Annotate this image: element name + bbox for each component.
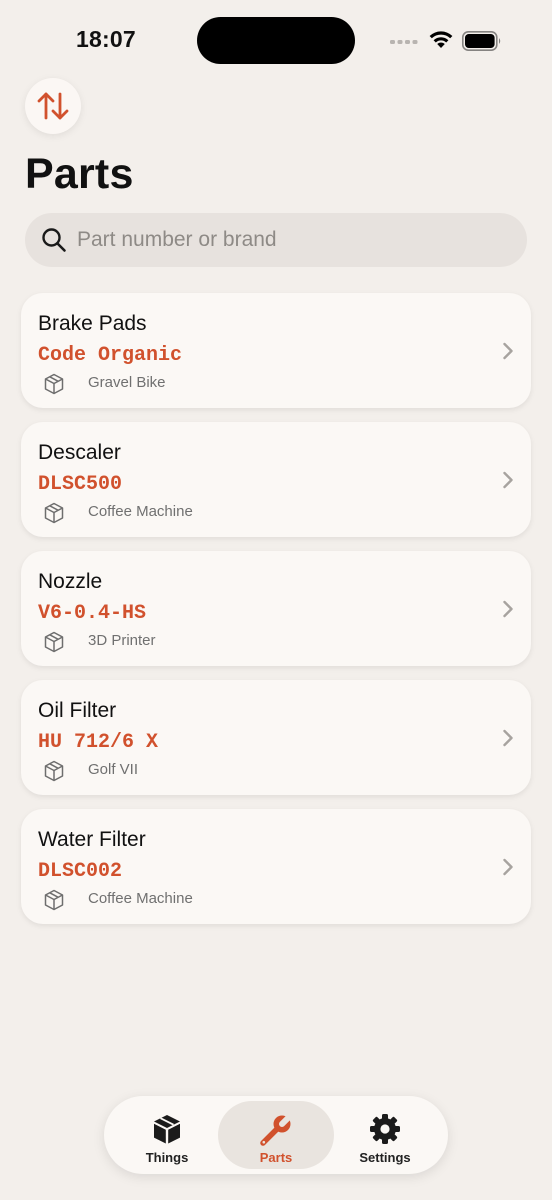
search-bar[interactable] — [25, 213, 527, 267]
thing-name: Gravel Bike — [88, 374, 166, 391]
box-icon — [44, 373, 64, 395]
part-card[interactable]: Descaler DLSC500 Coffee Machine — [21, 422, 531, 537]
box-icon — [154, 1115, 180, 1144]
part-name: Oil Filter — [38, 699, 117, 722]
part-card[interactable]: Water Filter DLSC002 Coffee Machine — [21, 809, 531, 924]
battery-icon — [462, 31, 501, 51]
part-number: DLSC500 — [38, 473, 123, 496]
status-bar: 18:07 — [0, 0, 552, 80]
part-card[interactable]: Oil Filter HU 712/6 X Golf VII — [21, 680, 531, 795]
tab-label: Settings — [359, 1150, 411, 1165]
cellular-signal-icon — [390, 40, 418, 44]
page-title: Parts — [25, 150, 134, 198]
part-name: Water Filter — [38, 828, 146, 851]
tab-label: Things — [145, 1150, 189, 1165]
chevron-right-icon — [503, 600, 513, 618]
sort-button[interactable] — [25, 78, 81, 134]
box-icon — [44, 631, 64, 653]
thing-name: Golf VII — [88, 761, 139, 778]
part-name: Brake Pads — [38, 312, 147, 335]
search-input[interactable] — [77, 228, 477, 252]
tab-settings[interactable]: Settings — [327, 1101, 443, 1169]
part-number: Code Organic — [38, 344, 183, 367]
status-time: 18:07 — [76, 26, 136, 52]
thing-name: Coffee Machine — [88, 890, 193, 907]
arrow-up-down-icon — [37, 92, 69, 120]
box-icon — [44, 502, 64, 524]
wifi-icon — [429, 31, 453, 48]
parts-list: Brake Pads Code Organic Gravel Bike Desc… — [21, 293, 531, 938]
part-number: HU 712/6 X — [38, 731, 159, 754]
thing-name: 3D Printer — [88, 632, 156, 649]
part-card[interactable]: Brake Pads Code Organic Gravel Bike — [21, 293, 531, 408]
part-name: Nozzle — [38, 570, 103, 593]
search-icon — [42, 228, 66, 252]
wrench-icon — [260, 1113, 293, 1146]
chevron-right-icon — [503, 342, 513, 360]
part-name: Descaler — [38, 441, 121, 464]
part-card[interactable]: Nozzle V6-0.4-HS 3D Printer — [21, 551, 531, 666]
box-icon — [44, 760, 64, 782]
part-number: V6-0.4-HS — [38, 602, 147, 625]
chevron-right-icon — [503, 471, 513, 489]
tab-bar: Things Parts Settings — [104, 1096, 448, 1174]
tab-parts[interactable]: Parts — [218, 1101, 334, 1169]
tab-label: Parts — [259, 1150, 293, 1165]
chevron-right-icon — [503, 729, 513, 747]
gear-icon — [370, 1114, 400, 1144]
part-number: DLSC002 — [38, 860, 123, 883]
tab-things[interactable]: Things — [109, 1101, 225, 1169]
thing-name: Coffee Machine — [88, 503, 193, 520]
chevron-right-icon — [503, 858, 513, 876]
dynamic-island — [197, 17, 355, 64]
box-icon — [44, 889, 64, 911]
